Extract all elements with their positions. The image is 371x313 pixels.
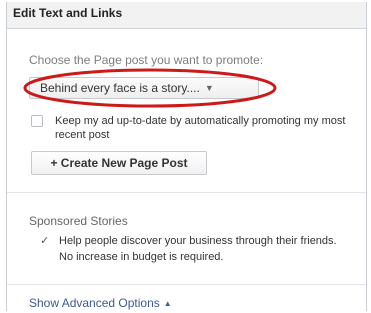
section-divider xyxy=(7,192,366,193)
auto-update-option: Keep my ad up-to-date by automatically p… xyxy=(31,114,361,142)
show-advanced-options-link[interactable]: Show Advanced Options ▲ xyxy=(29,296,172,310)
section-divider xyxy=(7,284,366,285)
create-new-page-post-button[interactable]: + Create New Page Post xyxy=(31,151,207,175)
sponsored-stories-option: ✓ Help people discover your business thr… xyxy=(36,233,356,265)
selected-post-text: Behind every face is a story.... xyxy=(40,81,200,95)
edit-text-links-panel: Edit Text and Links Choose the Page post… xyxy=(6,2,367,311)
chevron-up-icon: ▲ xyxy=(163,299,172,308)
sponsored-stories-text: Help people discover your business throu… xyxy=(59,235,337,263)
sponsored-checkbox-icon[interactable]: ✓ xyxy=(40,233,49,249)
auto-update-checkbox[interactable] xyxy=(31,115,43,127)
panel-header: Edit Text and Links xyxy=(7,2,366,29)
advanced-options-label: Show Advanced Options xyxy=(29,296,160,310)
auto-update-label: Keep my ad up-to-date by automatically p… xyxy=(55,115,346,141)
page-post-dropdown[interactable]: Behind every face is a story.... ▼ xyxy=(29,77,259,99)
sponsored-stories-title: Sponsored Stories xyxy=(29,214,128,228)
choose-post-label: Choose the Page post you want to promote… xyxy=(29,53,264,67)
chevron-down-icon: ▼ xyxy=(204,83,214,93)
